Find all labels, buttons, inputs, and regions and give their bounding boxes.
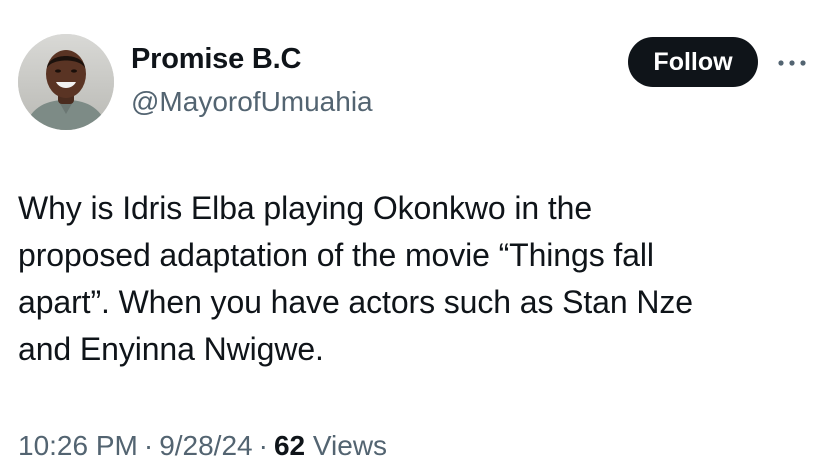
more-dots-glyph [778, 60, 806, 66]
tweet-text-line: Why is Idris Elba playing Okonkwo in the [18, 190, 593, 226]
tweet-card: Promise B.C @MayorofUmuahia Follow Why i… [0, 0, 828, 472]
more-horizontal-icon[interactable] [777, 56, 807, 68]
views-label: Views [312, 430, 388, 461]
views-count[interactable]: 62 [274, 430, 305, 461]
meta-separator: · [143, 430, 154, 461]
tweet-date[interactable]: 9/28/24 [159, 430, 252, 461]
tweet-text-line: and Enyinna Nwigwe. [18, 331, 324, 367]
tweet-text: Why is Idris Elba playing Okonkwo in the… [18, 185, 808, 373]
avatar[interactable] [18, 34, 114, 130]
avatar-photo [18, 34, 114, 130]
tweet-meta: 10:26 PM · 9/28/24 · 62 Views [18, 430, 387, 462]
tweet-time[interactable]: 10:26 PM [18, 430, 138, 461]
author-name[interactable]: Promise B.C [131, 43, 301, 76]
tweet-text-line: apart”. When you have actors such as Sta… [18, 284, 693, 320]
author-handle[interactable]: @MayorofUmuahia [131, 86, 373, 118]
meta-separator: · [258, 430, 268, 461]
tweet-text-line: proposed adaptation of the movie “Things… [18, 237, 654, 273]
follow-button[interactable]: Follow [628, 37, 758, 87]
